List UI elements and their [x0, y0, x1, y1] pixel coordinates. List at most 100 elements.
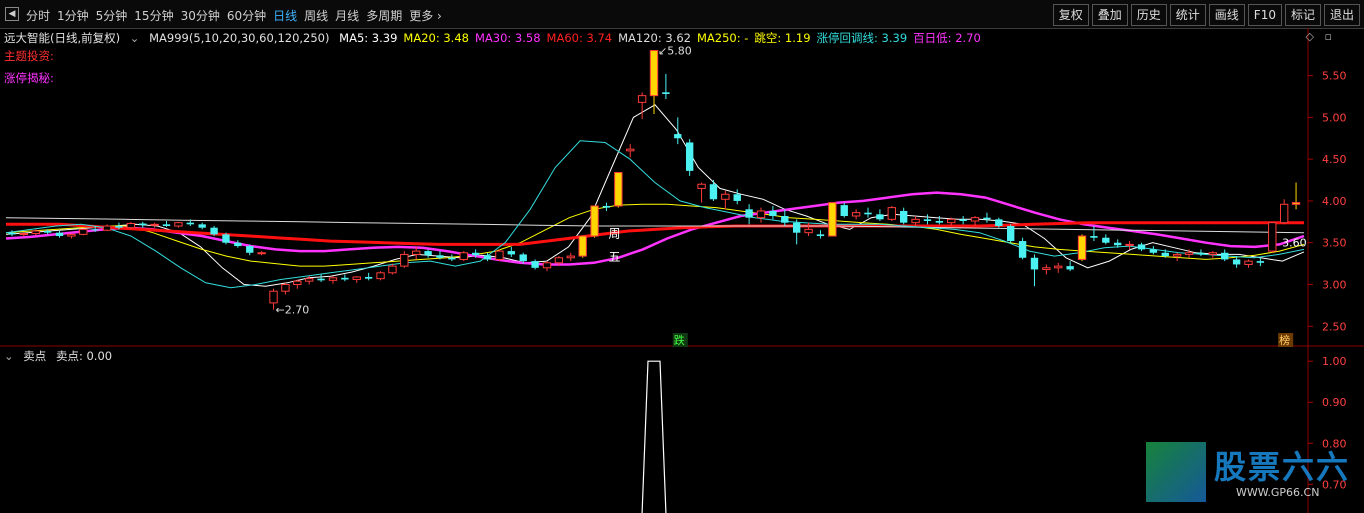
stock-name: 远大智能(日线,前复权): [4, 31, 121, 45]
candle-body-6: [79, 228, 88, 235]
period-tab-6[interactable]: 日线: [273, 7, 297, 24]
candle-body-62: [745, 209, 753, 218]
period-tab-8[interactable]: 月线: [335, 7, 359, 24]
candle-body-22: [269, 290, 278, 304]
candle-body-14: [174, 222, 183, 227]
low-price-label: ←2.70: [276, 304, 310, 317]
period-tab-4[interactable]: 30分钟: [181, 7, 220, 24]
period-toolbar: ◀ 分时 1分钟 5分钟 15分钟 30分钟 60分钟 日线 周线 月线 多周期 更多 › 复权 叠加…: [0, 0, 1364, 29]
kline-chart[interactable]: 2.503.003.504.004.505.005.500.700.800.90…: [0, 28, 1364, 513]
candle-body-52: [626, 148, 635, 152]
tool-button-0[interactable]: 复权: [1052, 4, 1089, 26]
tool-button-4[interactable]: 画线: [1208, 4, 1245, 26]
candle-body-18: [222, 234, 230, 243]
candle-body-26: [317, 278, 325, 281]
candle-body-50: [602, 205, 611, 208]
candle-body-10: [126, 223, 136, 229]
candle-body-51: [614, 172, 623, 207]
chevron-left-icon[interactable]: ◀: [5, 7, 19, 21]
main-tick-label-5: 5.00: [1322, 111, 1347, 124]
candle-body-19: [234, 242, 242, 247]
period-tab-9[interactable]: 多周期: [366, 7, 402, 24]
candle-body-85: [1018, 241, 1027, 258]
sub-tick-label-2: 0.90: [1322, 396, 1347, 409]
expand-icon[interactable]: ▫: [1325, 30, 1332, 43]
candle-body-101: [1208, 252, 1218, 255]
settings-diamond-icon[interactable]: ◇: [1306, 30, 1314, 43]
candle-body-34: [412, 250, 421, 255]
candle-body-77: [923, 219, 932, 221]
period-tab-2[interactable]: 5分钟: [96, 7, 128, 24]
tool-button-5[interactable]: F10: [1247, 4, 1282, 26]
candle-body-42: [507, 251, 516, 255]
candle-body-39: [471, 252, 480, 256]
candle-body-100: [1197, 252, 1205, 255]
candle-body-91: [1090, 236, 1098, 238]
ma-line-ztlines: [5, 140, 1305, 289]
tool-button-6[interactable]: 标记: [1284, 4, 1321, 26]
theme-investment-label: 主题投资:: [4, 49, 54, 63]
tool-button-3[interactable]: 统计: [1169, 4, 1206, 26]
candle-body-7: [91, 229, 99, 231]
candle-body-49: [590, 205, 599, 237]
candle-body-16: [198, 224, 206, 228]
friday-marker: 五: [608, 250, 620, 264]
candle-body-87: [1042, 267, 1051, 270]
period-tab-3[interactable]: 15分钟: [134, 7, 173, 24]
tool-button-2[interactable]: 历史: [1130, 4, 1167, 26]
period-tab-10[interactable]: 更多 ›: [409, 7, 442, 24]
candle-body-47: [566, 255, 575, 259]
period-tab-1[interactable]: 1分钟: [57, 7, 89, 24]
candle-body-92: [1102, 237, 1110, 243]
ma-value-3: MA60: 3.74: [546, 31, 613, 45]
candle-body-67: [804, 228, 813, 234]
candle-body-9: [115, 226, 123, 228]
period-tab-5[interactable]: 60分钟: [227, 7, 266, 24]
candle-body-56: [674, 134, 682, 139]
candle-body-63: [756, 210, 766, 219]
candle-body-80: [959, 219, 967, 221]
week-marker: 周: [608, 227, 620, 241]
candle-body-97: [1161, 252, 1169, 257]
candle-body-21: [257, 252, 266, 255]
candle-body-0: [8, 232, 16, 235]
candle-body-40: [483, 255, 492, 260]
watermark-logo-icon: [1146, 442, 1206, 502]
sub-panel-title: 卖点: [23, 349, 47, 363]
indicator-params[interactable]: MA999(5,10,20,30,60,120,250): [149, 31, 329, 45]
tool-button-1[interactable]: 叠加: [1091, 4, 1128, 26]
ma-value-2: MA30: 3.58: [474, 31, 541, 45]
ma-value-4: MA120: 3.62: [618, 31, 691, 45]
candle-body-73: [876, 214, 884, 220]
period-tab-7[interactable]: 周线: [304, 7, 328, 24]
candle-body-66: [792, 222, 801, 233]
tool-button-7[interactable]: 退出: [1323, 4, 1360, 26]
candle-body-107: [1279, 203, 1289, 224]
candle-body-2: [31, 230, 40, 235]
candle-body-70: [840, 205, 848, 216]
ma-value-7: 涨停回调线: 3.39: [816, 31, 908, 45]
candle-body-55: [662, 92, 670, 94]
candle-body-81: [970, 217, 980, 222]
candle-body-43: [519, 254, 527, 262]
candle-body-46: [554, 257, 564, 264]
candle-body-68: [816, 234, 825, 237]
candle-body-104: [1244, 260, 1253, 265]
candle-body-105: [1256, 261, 1265, 263]
candle-body-65: [781, 215, 789, 223]
candle-body-20: [246, 246, 254, 253]
collapse-icon[interactable]: ⌄: [4, 349, 14, 363]
candle-body-61: [733, 194, 741, 201]
candle-body-41: [495, 250, 504, 260]
ma-value-6: 跳空: 1.19: [754, 31, 811, 45]
limit-up-reveal-label: 涨停揭秘:: [4, 71, 54, 85]
candle-body-72: [864, 212, 872, 215]
period-tab-0[interactable]: 分时: [26, 7, 50, 24]
chevron-down-icon[interactable]: ⌄: [130, 31, 140, 45]
ma-value-1: MA20: 3.48: [403, 31, 469, 45]
main-tick-label-6: 5.50: [1322, 70, 1347, 83]
candle-body-33: [400, 253, 409, 267]
candle-body-96: [1149, 249, 1158, 253]
candle-body-98: [1172, 253, 1182, 257]
candle-body-35: [424, 251, 432, 256]
